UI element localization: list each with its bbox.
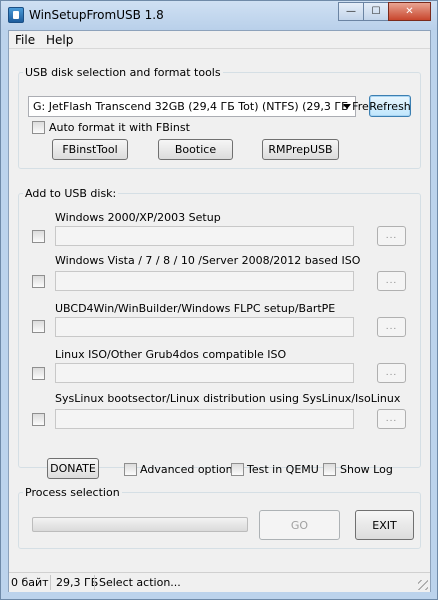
status-message: Select action... [99,576,181,589]
source-path-win2000[interactable] [55,226,354,246]
minimize-icon: — [346,6,356,17]
browse-button-syslinux[interactable]: ... [377,409,406,429]
usb-disk-combobox[interactable]: G: JetFlash Transcend 32GB (29,4 ГБ Tot)… [28,96,380,117]
usb-disk-selected: G: JetFlash Transcend 32GB (29,4 ГБ Tot)… [33,100,380,113]
auto-format-label: Auto format it with FBinst [49,121,190,134]
chevron-down-icon [343,104,351,109]
caption-buttons: — ☐ ✕ [338,2,431,21]
show-log-label: Show Log [340,463,393,476]
status-bar: 0 байт 29,3 ГБ Select action... [9,572,430,592]
go-button[interactable]: GO [259,510,340,540]
source-checkbox-ubcd4win[interactable] [32,320,45,333]
browse-button-ubcd4win[interactable]: ... [377,317,406,337]
fbinsttool-button[interactable]: FBinstTool [52,139,128,160]
source-label: UBCD4Win/WinBuilder/Windows FLPC setup/B… [55,302,336,315]
window-title: WinSetupFromUSB 1.8 [29,8,164,22]
resize-grip-icon[interactable] [418,580,428,590]
source-checkbox-win2000[interactable] [32,230,45,243]
source-checkbox-vista[interactable] [32,275,45,288]
close-button[interactable]: ✕ [388,2,431,21]
source-label: Linux ISO/Other Grub4dos compatible ISO [55,348,287,361]
source-label: Windows Vista / 7 / 8 / 10 /Server 2008/… [55,254,361,267]
process-group-title: Process selection [23,486,122,499]
app-window: WinSetupFromUSB 1.8 — ☐ ✕ File Help USB … [0,0,438,600]
show-log-checkbox[interactable] [323,463,336,476]
menu-help[interactable]: Help [46,33,73,47]
source-path-vista[interactable] [55,271,354,291]
source-checkbox-syslinux[interactable] [32,413,45,426]
browse-button-win2000[interactable]: ... [377,226,406,246]
progress-bar [32,517,248,532]
rmprepusb-button[interactable]: RMPrepUSB [262,139,339,160]
status-size: 0 байт [11,576,49,589]
maximize-icon: ☐ [371,6,381,17]
source-label: SysLinux bootsector/Linux distribution u… [55,392,401,405]
client-area: File Help USB disk selection and format … [8,30,431,592]
refresh-button[interactable]: Refresh [369,95,411,117]
menu-bar: File Help [9,31,430,49]
source-path-syslinux[interactable] [55,409,354,429]
title-bar[interactable]: WinSetupFromUSB 1.8 — ☐ ✕ [1,1,437,30]
bootice-button[interactable]: Bootice [158,139,233,160]
auto-format-checkbox[interactable] [32,121,45,134]
advanced-options-label: Advanced options [140,463,239,476]
source-label: Windows 2000/XP/2003 Setup [55,211,221,224]
app-icon [8,7,24,23]
source-checkbox-linux[interactable] [32,367,45,380]
browse-button-vista[interactable]: ... [377,271,406,291]
donate-button[interactable]: DONATE [47,458,99,479]
test-in-qemu-label: Test in QEMU [247,463,319,476]
exit-button[interactable]: EXIT [355,510,414,540]
status-separator [94,575,95,590]
status-separator [50,575,51,590]
close-icon: ✕ [405,6,414,17]
usb-disk-group-title: USB disk selection and format tools [23,66,223,79]
minimize-button[interactable]: — [338,2,364,21]
source-path-linux[interactable] [55,363,354,383]
test-in-qemu-checkbox[interactable] [231,463,244,476]
maximize-button[interactable]: ☐ [363,2,389,21]
advanced-options-checkbox[interactable] [124,463,137,476]
menu-file[interactable]: File [15,33,35,47]
browse-button-linux[interactable]: ... [377,363,406,383]
source-path-ubcd4win[interactable] [55,317,354,337]
status-free-space: 29,3 ГБ [56,576,99,589]
add-to-usb-group-title: Add to USB disk: [23,187,119,200]
